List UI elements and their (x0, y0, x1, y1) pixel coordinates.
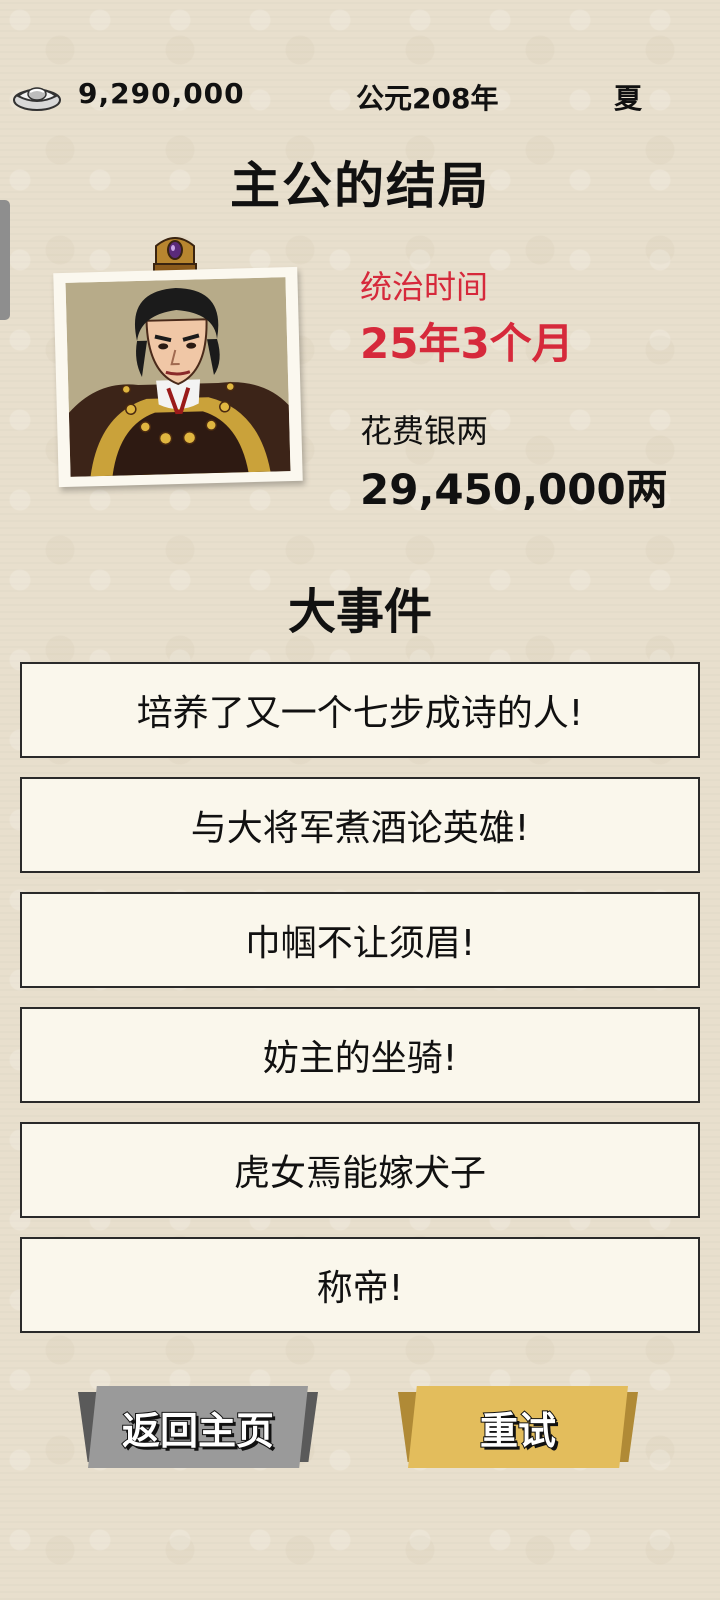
reign-time-label: 统治时间 (360, 268, 489, 306)
events-title: 大事件 (287, 584, 432, 640)
event-item[interactable]: 妨主的坐骑! (20, 1007, 700, 1103)
silver-spent-value: 29,450,000两 (360, 465, 668, 514)
retry-button[interactable]: 重试 (398, 1386, 638, 1468)
retry-label: 重试 (408, 1386, 628, 1468)
lord-portrait (53, 266, 303, 488)
year-label: 公元208年 (356, 82, 499, 115)
silver-spent-label: 花费银两 (360, 412, 489, 450)
silver-ingot-icon (12, 78, 62, 112)
status-bar: 9,290,000 公元208年 夏 (0, 72, 720, 118)
page-title: 主公的结局 (230, 157, 490, 215)
side-edge-tab[interactable] (0, 200, 10, 320)
return-home-label: 返回主页 (88, 1386, 308, 1468)
silver-amount: 9,290,000 (78, 77, 245, 110)
event-item[interactable]: 称帝! (20, 1237, 700, 1333)
return-home-button[interactable]: 返回主页 (78, 1386, 318, 1468)
event-list: 培养了又一个七步成诗的人! 与大将军煮酒论英雄! 巾帼不让须眉! 妨主的坐骑! … (20, 662, 700, 1352)
event-item[interactable]: 虎女焉能嫁犬子 (20, 1122, 700, 1218)
event-item[interactable]: 与大将军煮酒论英雄! (20, 777, 700, 873)
reign-time-value: 25年3个月 (360, 319, 574, 368)
event-item[interactable]: 巾帼不让须眉! (20, 892, 700, 988)
event-item[interactable]: 培养了又一个七步成诗的人! (20, 662, 700, 758)
season-label: 夏 (614, 82, 643, 115)
